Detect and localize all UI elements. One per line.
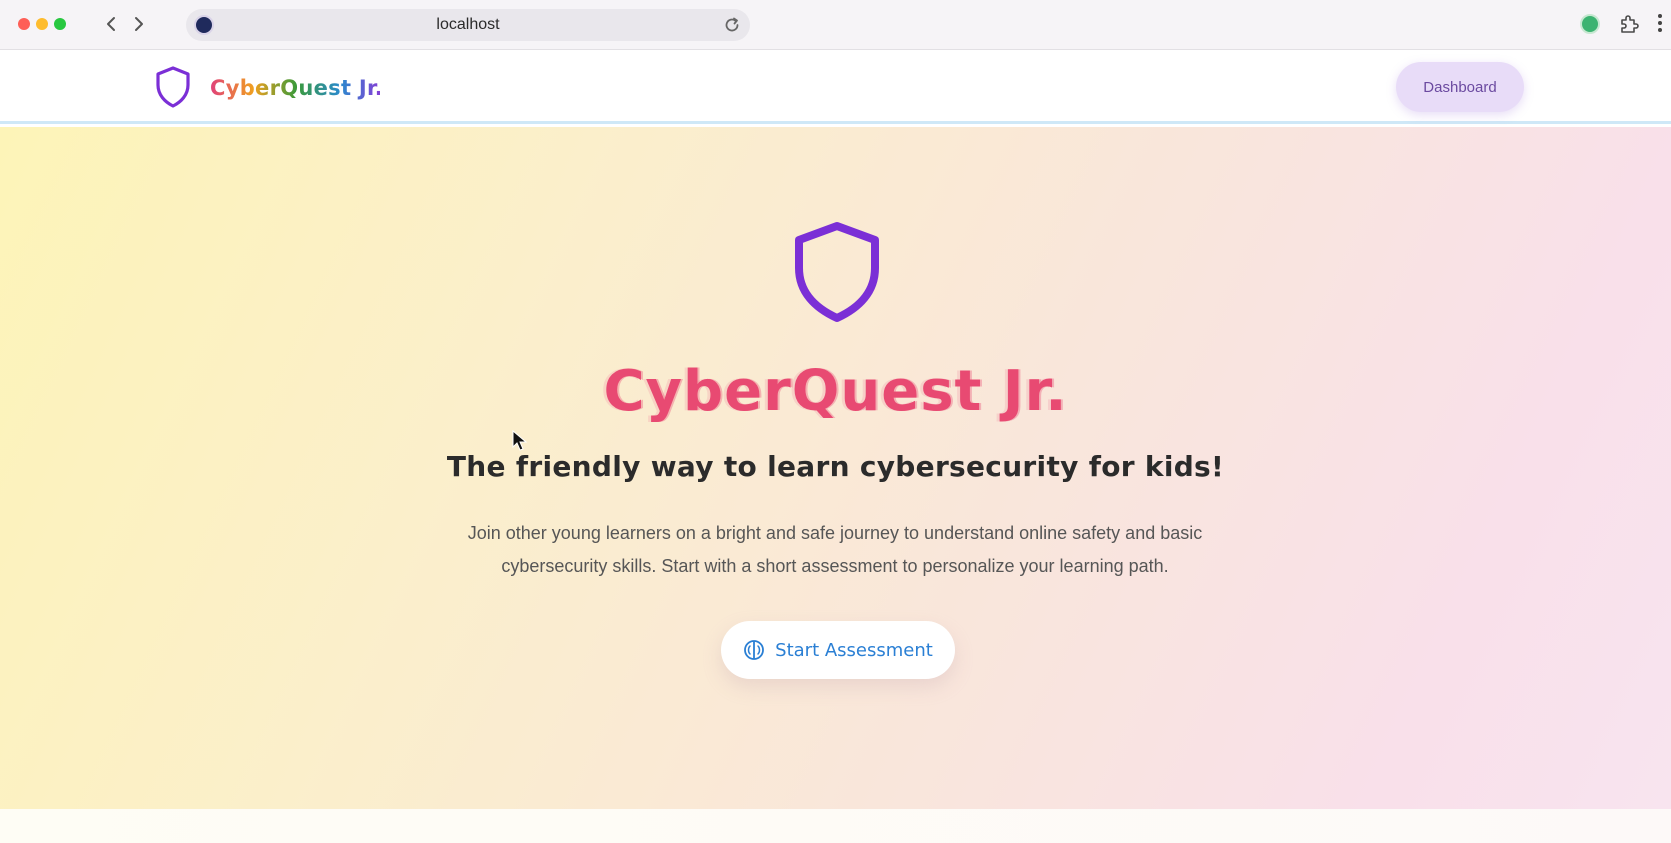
next-section-edge <box>0 809 1671 843</box>
shield-icon <box>791 220 883 324</box>
hero-title: CyberQuest Jr. <box>603 359 1068 424</box>
close-window-button[interactable] <box>18 18 30 30</box>
brand-name[interactable]: CyberQuest Jr. <box>210 73 383 109</box>
kebab-menu-icon[interactable] <box>1656 14 1664 34</box>
app-header: CyberQuest Jr. Dashboard <box>0 50 1671 124</box>
brand-name-graphic: CyberQuest Jr. <box>210 76 383 100</box>
mouse-cursor-icon <box>512 429 528 452</box>
hero-description: Join other young learners on a bright an… <box>420 517 1250 583</box>
start-assessment-label: Start Assessment <box>775 639 933 661</box>
hero-section: CyberQuest Jr. The friendly way to learn… <box>0 127 1671 809</box>
address-bar[interactable]: localhost <box>186 9 750 41</box>
brain-icon <box>743 639 765 661</box>
url-text: localhost <box>436 16 500 33</box>
minimize-window-button[interactable] <box>36 18 48 30</box>
chevron-right-icon[interactable] <box>128 12 150 36</box>
browser-toolbar: localhost <box>0 0 1671 50</box>
reload-icon[interactable] <box>722 15 742 35</box>
maximize-window-button[interactable] <box>54 18 66 30</box>
start-assessment-button[interactable]: Start Assessment <box>721 621 955 679</box>
chevron-left-icon[interactable] <box>100 12 122 36</box>
profile-avatar[interactable] <box>1580 14 1600 34</box>
shield-icon <box>154 65 192 109</box>
description-line-1: Join other young learners on a bright an… <box>467 523 1203 543</box>
brand-name-text: CyberQuest Jr. <box>210 76 380 100</box>
puzzle-icon[interactable] <box>1617 12 1641 36</box>
hero-subtitle: The friendly way to learn cybersecurity … <box>446 450 1225 483</box>
dashboard-button[interactable]: Dashboard <box>1396 62 1524 112</box>
description-line-2: cybersecurity skills. Start with a short… <box>501 556 1169 576</box>
